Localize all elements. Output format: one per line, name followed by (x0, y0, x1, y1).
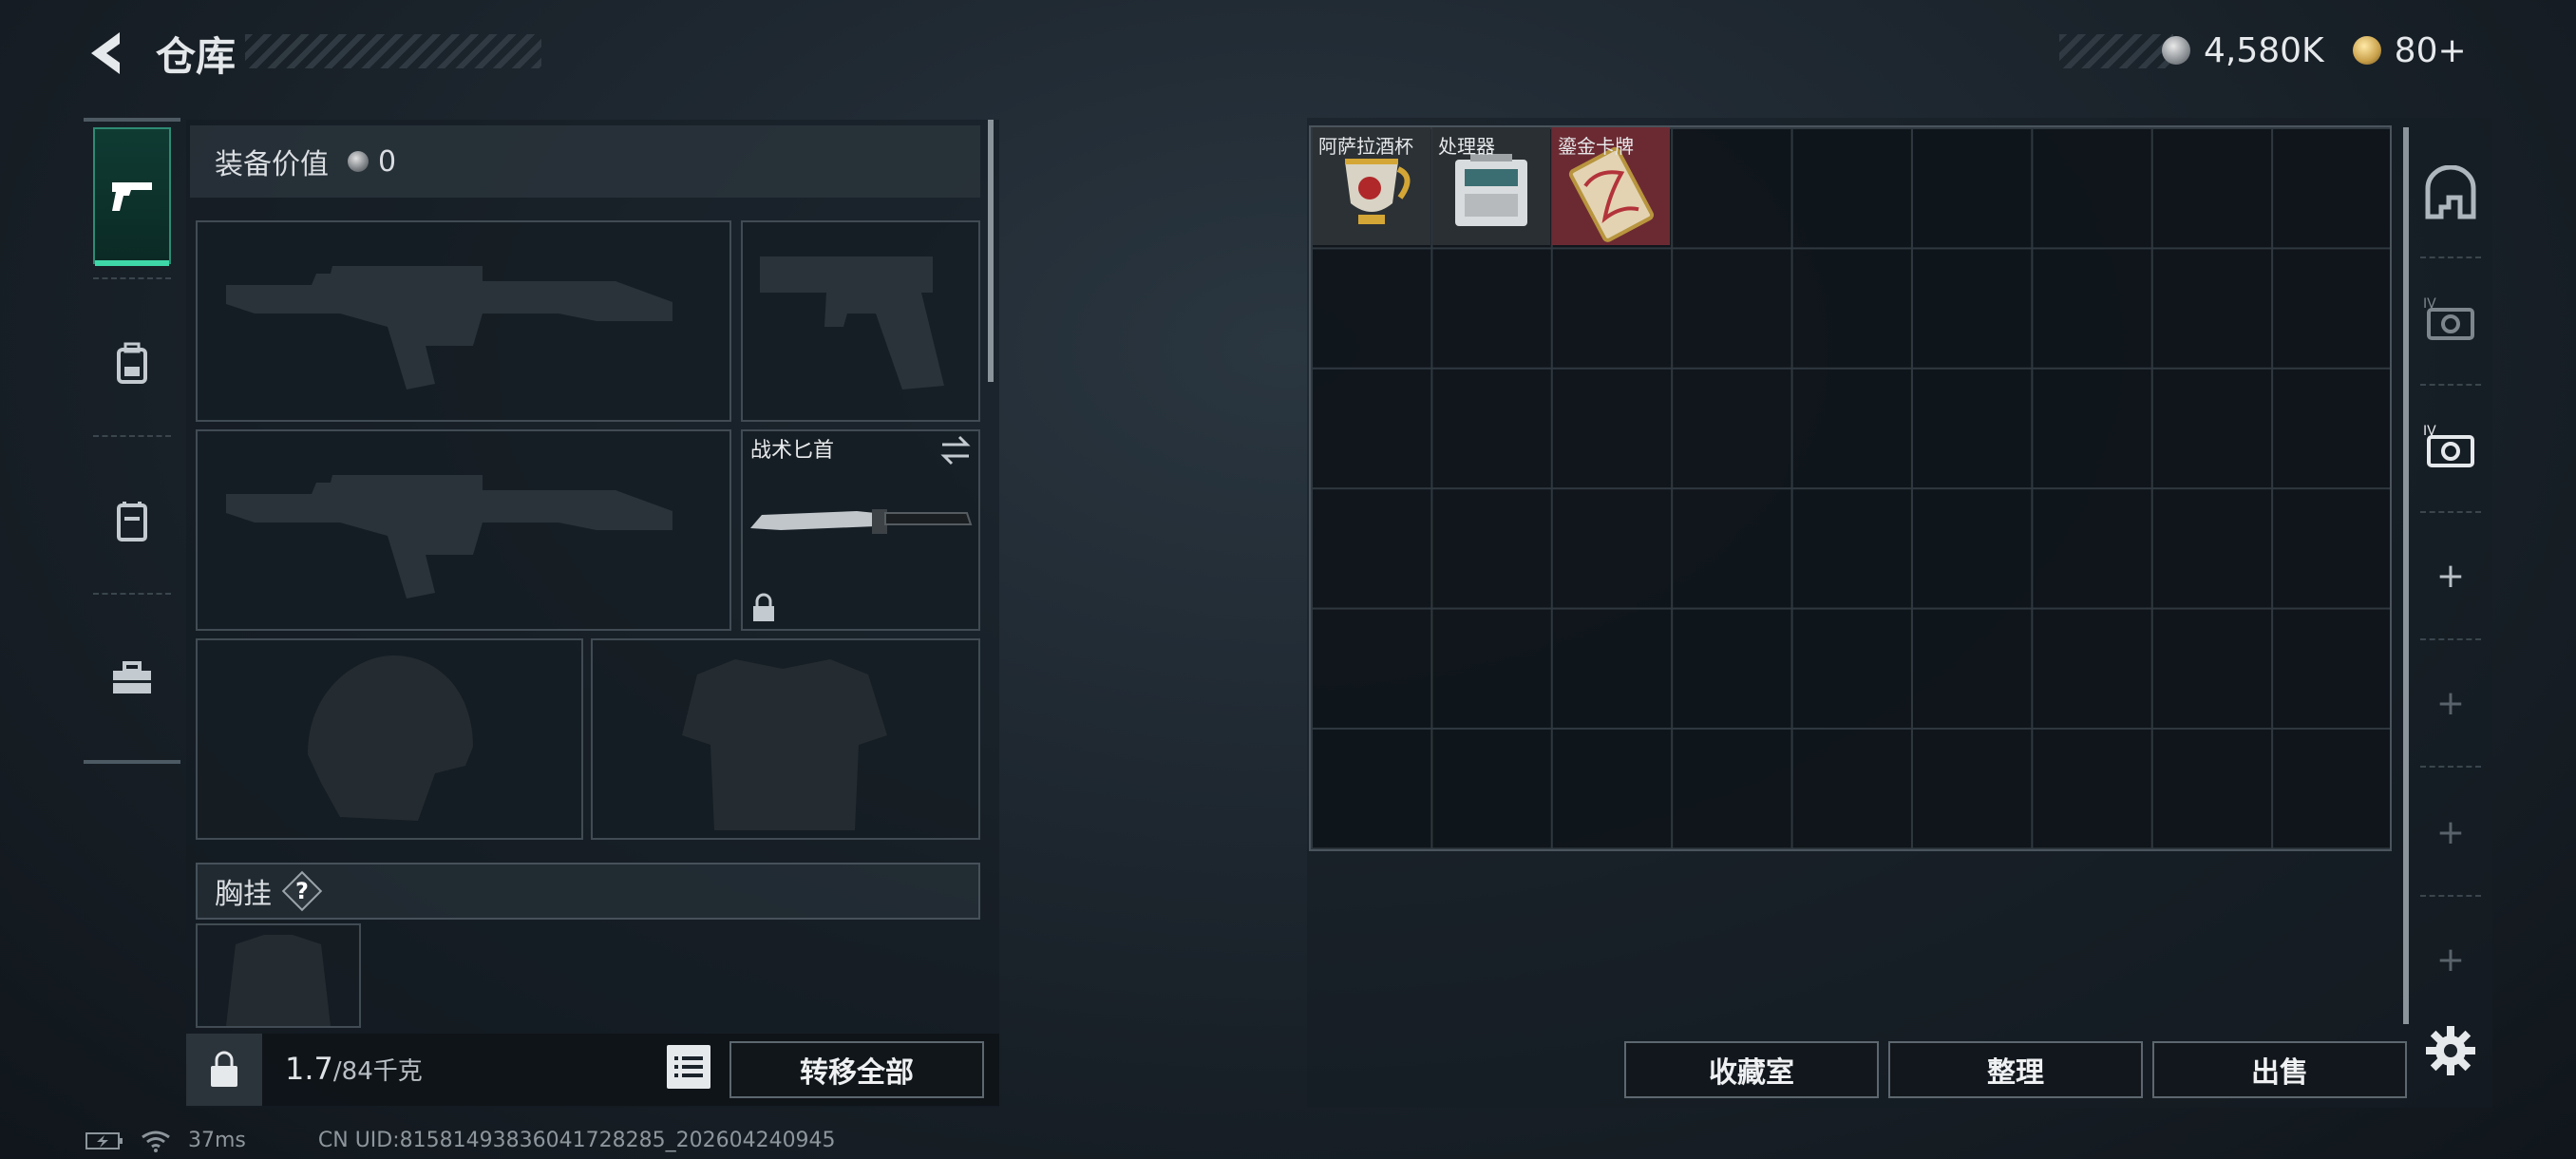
helmet-silhouette-icon (308, 656, 473, 821)
sort-button[interactable]: 整理 (1888, 1041, 2143, 1098)
back-arrow-icon (91, 32, 120, 74)
status-bar: 37ms CN UID:81581493836041728285_2026042… (85, 1129, 836, 1152)
settings-button[interactable] (2422, 1022, 2479, 1079)
weight-readout: 1.7/84千克 (285, 1051, 423, 1087)
vest-icon (117, 502, 147, 542)
tab-container-iv-b[interactable]: IV (2413, 390, 2489, 504)
tab-container-iv-a[interactable]: IV (2413, 262, 2489, 376)
silver-amount: 4,580K (2204, 30, 2324, 70)
rifle-silhouette-icon (226, 266, 672, 390)
help-glyph: ? (295, 878, 309, 904)
tab-backpack[interactable] (93, 294, 171, 431)
rail-separator (2420, 766, 2481, 768)
helmet-slot[interactable] (196, 638, 583, 840)
battery-icon (85, 1131, 123, 1150)
primary-weapon-slot-2[interactable] (196, 429, 731, 631)
armor-silhouette-icon (682, 659, 887, 830)
rail-separator (93, 435, 171, 437)
gold-amount[interactable]: 80+ (2395, 31, 2467, 70)
gold-coin-icon (2352, 36, 2381, 65)
weight-icon (211, 1051, 237, 1087)
rail-separator (93, 593, 171, 595)
weight-lock[interactable] (186, 1034, 262, 1106)
safe-icon (2425, 165, 2476, 219)
tab-weapons[interactable] (93, 127, 171, 266)
sell-button[interactable]: 出售 (2152, 1041, 2407, 1098)
toolbox-icon (113, 661, 151, 694)
item-name: 处理器 (1438, 135, 1495, 158)
page-title: 仓库 (156, 33, 237, 80)
add-container-button[interactable]: + (2413, 646, 2489, 760)
stash-scrollbar[interactable] (2403, 127, 2409, 1024)
gear-icon (2426, 1026, 2475, 1075)
add-container-button[interactable]: + (2413, 902, 2489, 1016)
stash-item[interactable]: 处理器 (1432, 127, 1550, 245)
equipment-value-bar: 装备价值 0 (190, 125, 980, 198)
equipment-value-label: 装备价值 (215, 148, 329, 181)
chest-rig-label: 胸挂 (215, 878, 272, 911)
rail-separator (2420, 638, 2481, 640)
case-icon: IV (2423, 424, 2474, 467)
silver-coin-icon (2162, 36, 2190, 65)
rifle-silhouette-icon (226, 475, 672, 598)
rail-separator (2420, 384, 2481, 386)
rail-bottom-line (84, 760, 180, 764)
list-icon (674, 1056, 703, 1077)
equipment-scrollbar[interactable] (988, 120, 994, 382)
rail-separator (93, 277, 171, 279)
currency-decoration (2059, 34, 2173, 68)
help-button[interactable]: ? (285, 874, 319, 908)
chest-rig-slot[interactable] (196, 923, 361, 1028)
silver-coin-icon (348, 151, 369, 172)
case-icon: IV (2423, 296, 2474, 340)
swap-icon[interactable] (938, 433, 973, 467)
item-name: 鎏金卡牌 (1558, 135, 1634, 158)
knife-slot-label: 战术匕首 (750, 439, 835, 463)
lock-icon (753, 593, 774, 621)
item-name: 阿萨拉酒杯 (1318, 135, 1413, 158)
pistol-silhouette-icon (760, 256, 944, 390)
rail-separator (2420, 511, 2481, 513)
rail-separator (2420, 256, 2481, 258)
transfer-all-button[interactable]: 转移全部 (729, 1041, 984, 1098)
wifi-icon (142, 1130, 170, 1152)
back-button[interactable] (82, 27, 131, 80)
stash-item[interactable]: 鎏金卡牌 (1552, 127, 1670, 245)
chest-rig-bar: 胸挂 ? (196, 863, 980, 920)
body-armor-slot[interactable] (591, 638, 980, 840)
uid-text: CN UID:81581493836041728285_202604240945 (317, 1129, 836, 1152)
primary-weapon-slot-1[interactable] (196, 220, 731, 422)
weight-current: 1.7 (285, 1051, 333, 1087)
pistol-icon (112, 182, 152, 211)
ping-value: 37ms (188, 1129, 246, 1152)
stash-item[interactable]: 阿萨拉酒杯 (1313, 127, 1430, 245)
title-decoration (245, 34, 541, 68)
equipment-value: 0 (378, 144, 397, 179)
add-container-button[interactable]: + (2413, 775, 2489, 889)
add-container-button[interactable]: + (2413, 519, 2489, 633)
weight-max: /84千克 (332, 1057, 423, 1086)
backpack-icon (117, 342, 147, 384)
tab-vest[interactable] (93, 452, 171, 589)
tab-tools[interactable] (93, 610, 171, 747)
rail-separator (2420, 895, 2481, 897)
tab-stash-main[interactable] (2413, 137, 2489, 251)
sidearm-slot[interactable] (741, 220, 980, 422)
list-view-button[interactable] (667, 1045, 710, 1089)
currency-bar: 4,580K 80+ (2162, 27, 2467, 74)
rig-silhouette-icon (226, 935, 331, 1026)
rail-top-line (84, 118, 180, 122)
collection-room-button[interactable]: 收藏室 (1624, 1041, 1879, 1098)
